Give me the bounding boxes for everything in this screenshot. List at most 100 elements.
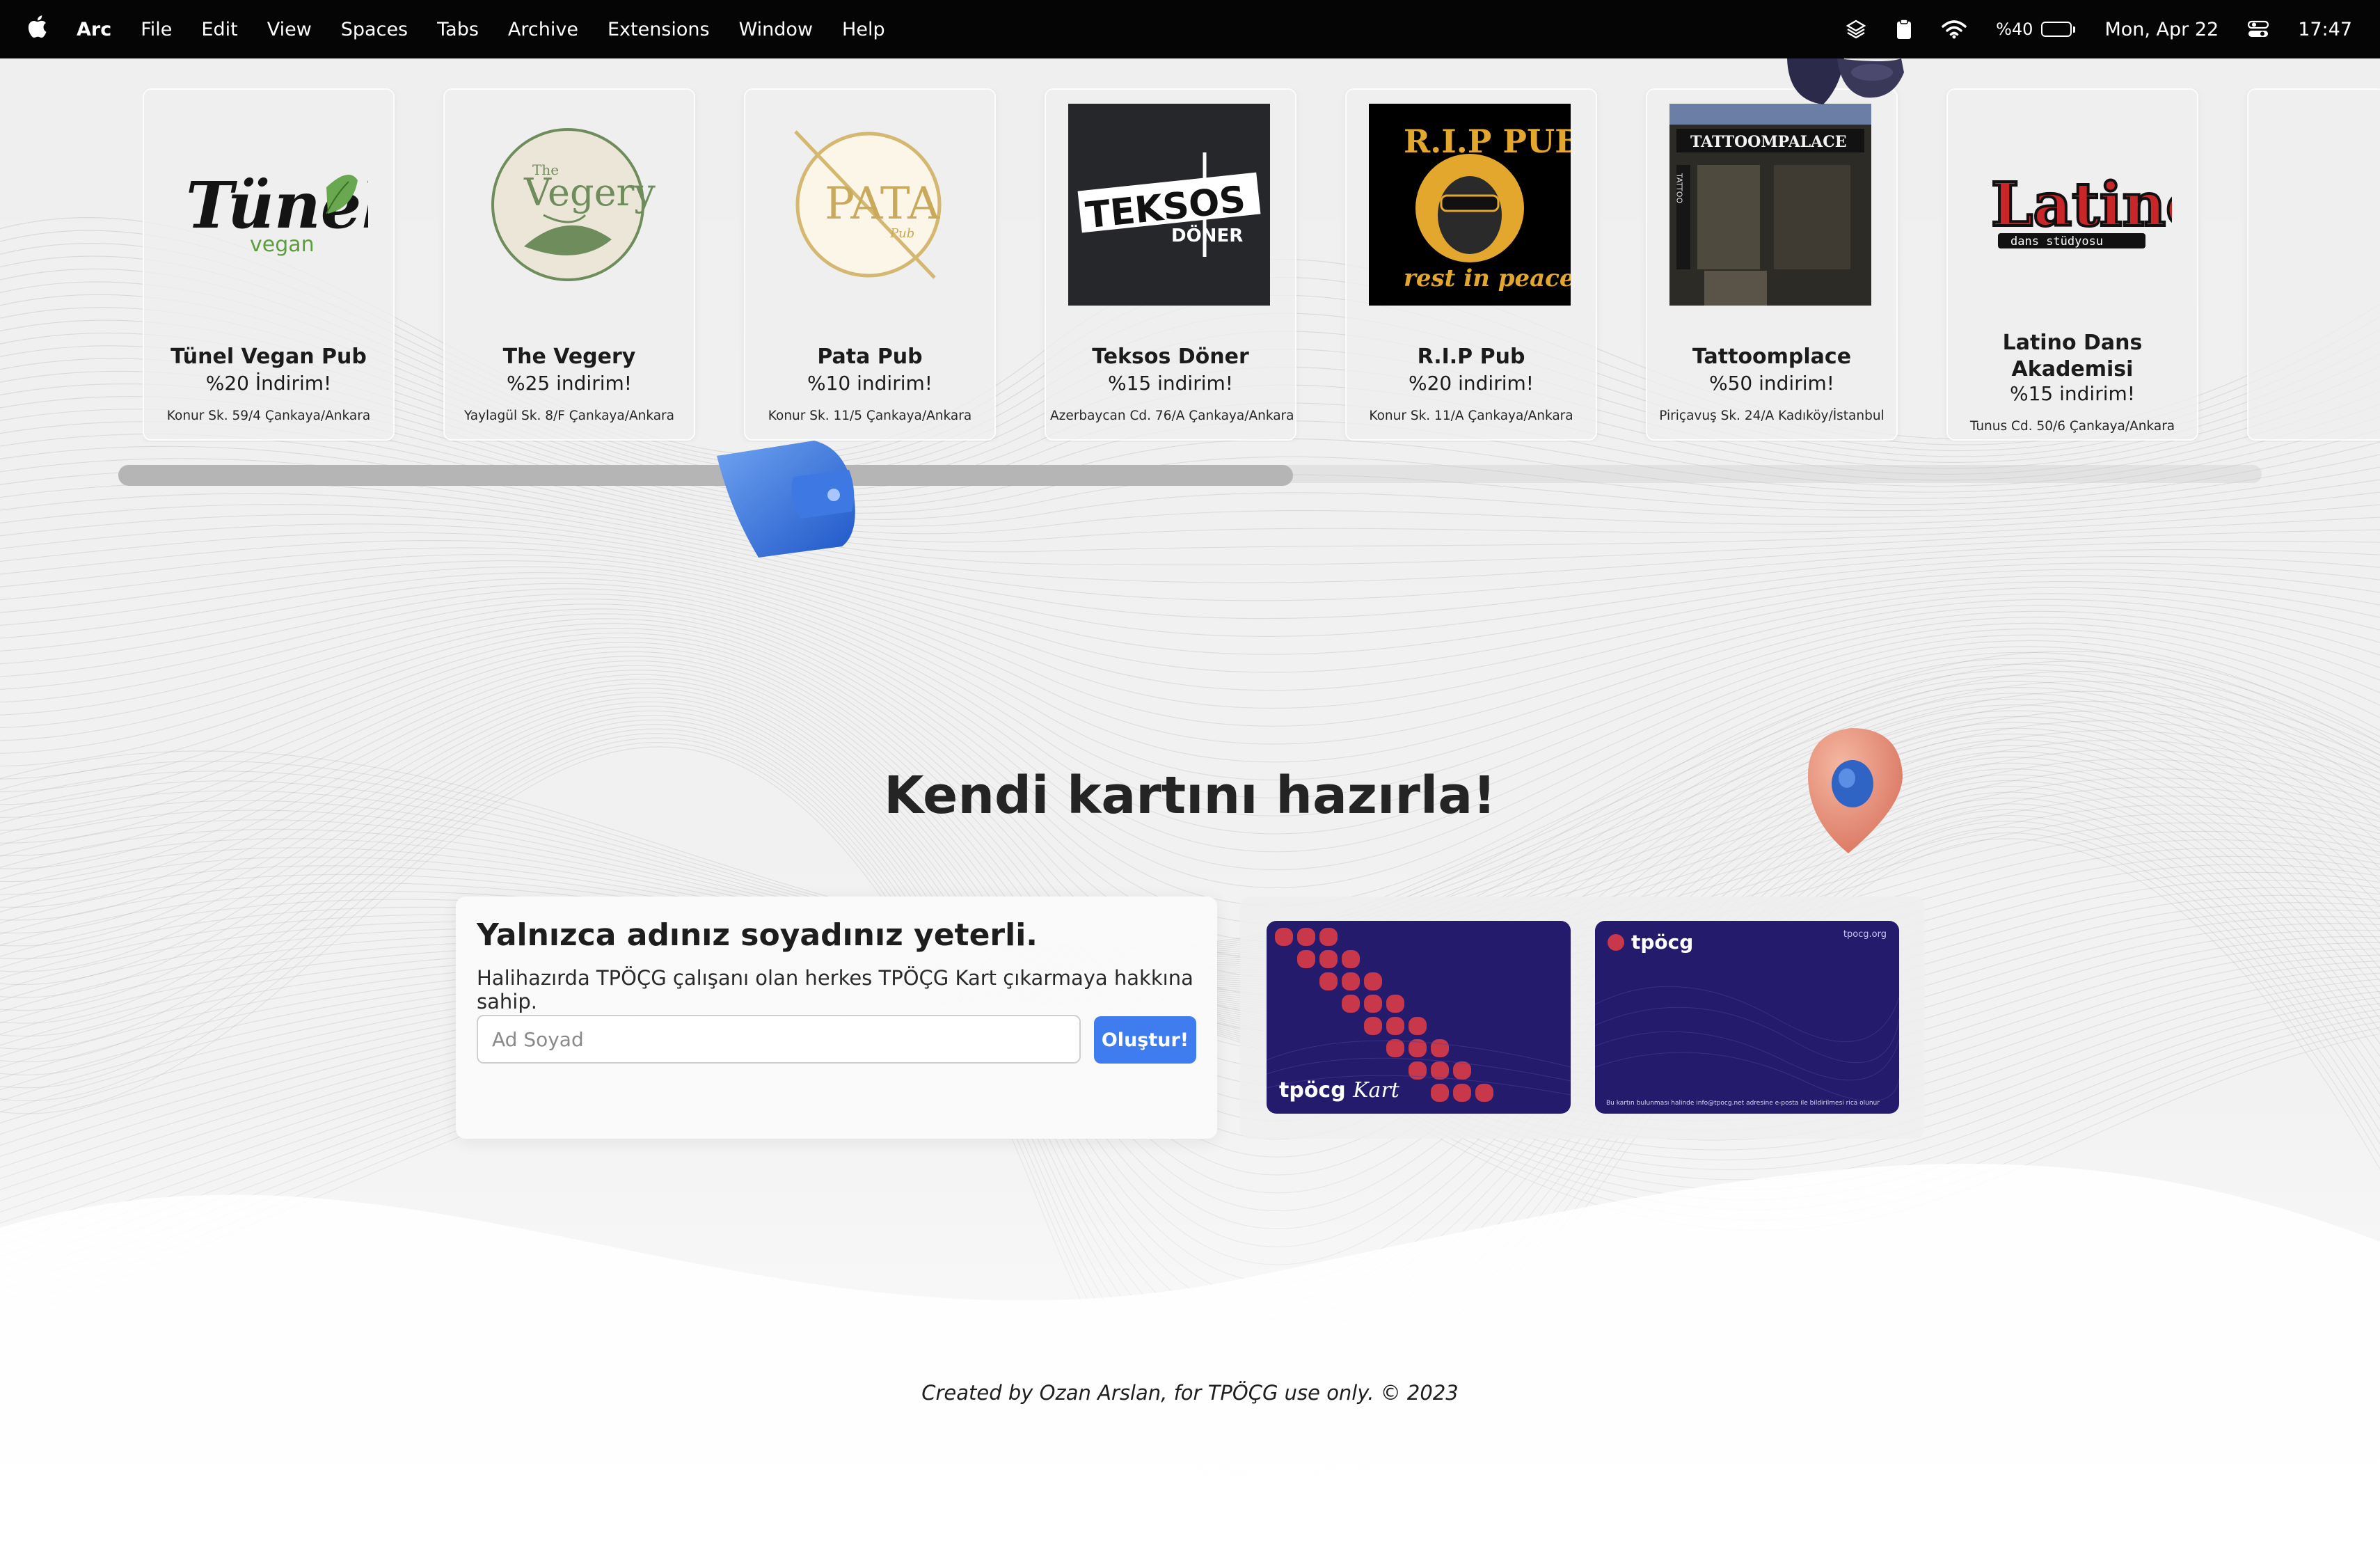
partner-card[interactable]: Tünel vegan Tünel Vegan Pub %20 İndirim!… <box>143 88 395 441</box>
partner-name: Pata Pub <box>817 345 923 369</box>
logo-sub: rest in peace <box>1404 264 1571 292</box>
partner-name: Teksos Döner <box>1092 345 1249 369</box>
menu-help[interactable]: Help <box>842 19 885 40</box>
control-center-icon[interactable] <box>2248 20 2269 38</box>
partner-logo-latino: Latino dans stüdyosu <box>1970 104 2172 306</box>
logo-text: Vegery <box>523 171 656 214</box>
partner-name: Tattoomplace <box>1692 345 1852 369</box>
partner-discount: %15 indirim! <box>2009 382 2135 405</box>
partner-address: Yaylagül Sk. 8/F Çankaya/Ankara <box>463 409 675 423</box>
card-pattern-dot <box>1431 1039 1449 1057</box>
card-pattern-dot <box>1475 1084 1493 1102</box>
card-pattern-dot <box>1364 1017 1382 1035</box>
partner-logo-vegery: The Vegery <box>467 104 669 306</box>
menu-archive[interactable]: Archive <box>508 19 578 40</box>
battery-indicator[interactable]: %40 <box>1996 19 2076 39</box>
card-front-brand-text: tpöcg <box>1279 1078 1346 1103</box>
partner-address: Azerbaycan Cd. 76/A Çankaya/Ankara <box>1050 409 1294 423</box>
headphones-3d-decoration <box>1787 58 1904 104</box>
card-pattern-dot <box>1319 950 1338 968</box>
menubar-time[interactable]: 17:47 <box>2298 19 2352 40</box>
clipboard-icon[interactable] <box>1896 18 1912 40</box>
location-pin-3d-decoration <box>1807 728 1903 853</box>
logo-sub: TATTOO <box>1675 173 1684 203</box>
card-pattern-dot <box>1386 1039 1404 1057</box>
carousel-scroll-thumb[interactable] <box>118 465 1293 486</box>
menu-tabs[interactable]: Tabs <box>437 19 479 40</box>
partner-discount: %20 İndirim! <box>205 372 332 395</box>
menubar-date[interactable]: Mon, Apr 22 <box>2104 19 2219 40</box>
apple-menu-icon[interactable] <box>26 15 47 45</box>
partner-card[interactable]: TATTOOMPALACE TATTOO Tattoomplace %50 in… <box>1646 88 1898 441</box>
wifi-icon[interactable] <box>1942 19 1967 39</box>
menu-window[interactable]: Window <box>739 19 813 40</box>
card-pattern-dot <box>1386 995 1404 1013</box>
battery-icon <box>2041 22 2072 37</box>
create-card-form: Yalnızca adınız soyadınız yeterli. Halih… <box>456 897 1217 1139</box>
partner-name: The Vegery <box>502 345 636 369</box>
partner-card-partial[interactable] <box>2247 88 2380 441</box>
create-button[interactable]: Oluştur! <box>1094 1016 1196 1064</box>
footer-credit: Created by Ozan Arslan, for TPÖÇG use on… <box>921 1381 1459 1405</box>
card-pattern-dot <box>1275 928 1293 946</box>
partner-carousel[interactable]: Tünel vegan Tünel Vegan Pub %20 İndirim!… <box>143 88 2380 442</box>
wallet-3d-decoration <box>717 441 855 558</box>
card-pattern-dot <box>1319 972 1338 990</box>
card-pattern-dot <box>1453 1084 1471 1102</box>
partner-card[interactable]: R.I.P PUB rest in peace R.I.P Pub %20 in… <box>1345 88 1597 441</box>
full-name-input[interactable] <box>477 1015 1081 1064</box>
partner-card[interactable]: The Vegery The Vegery %25 indirim! Yayla… <box>443 88 695 441</box>
card-pattern-dot <box>1342 972 1360 990</box>
partner-address: Konur Sk. 11/A Çankaya/Ankara <box>1369 409 1573 423</box>
card-preview-back: tpöcg tpocg.org Bu kartın bulunması hali… <box>1595 921 1899 1114</box>
card-pattern-dot <box>1297 928 1315 946</box>
menu-view[interactable]: View <box>267 19 312 40</box>
card-pattern-dot <box>1409 1017 1427 1035</box>
partner-logo-pata: PATA Pub <box>768 104 969 306</box>
card-back-brand-text: tpöcg <box>1631 931 1694 954</box>
card-preview-front: tpöcg Kart <box>1267 921 1571 1114</box>
logo-text: Latino <box>1991 170 2172 240</box>
partner-discount: %25 indirim! <box>506 372 632 395</box>
logo-sub: vegan <box>250 232 315 257</box>
brand-logo-icon <box>1608 933 1624 951</box>
card-pattern-dot <box>1453 1061 1471 1080</box>
card-pattern-dot <box>1297 950 1315 968</box>
card-back-note: Bu kartın bulunması halinde info@tpocg.n… <box>1606 1100 1880 1107</box>
logo-text: TATTOOMPALACE <box>1690 133 1847 151</box>
card-preview-panel: tpöcg Kart tpöcg tpocg.org Bu kartın bul… <box>1240 897 1925 1139</box>
logo-text: PATA <box>825 178 940 230</box>
partner-name: R.I.P Pub <box>1417 345 1525 369</box>
battery-percent: %40 <box>1996 19 2033 39</box>
logo-sub: DÖNER <box>1171 223 1243 246</box>
card-pattern-dot <box>1364 972 1382 990</box>
partner-card[interactable]: Latino dans stüdyosu Latino Dans Akademi… <box>1946 88 2198 441</box>
form-description: Halihazırda TPÖÇG çalışanı olan herkes T… <box>477 966 1193 1013</box>
layers-icon[interactable] <box>1846 19 1866 40</box>
card-back-url: tpocg.org <box>1843 929 1887 940</box>
card-pattern-dot <box>1431 1061 1449 1080</box>
form-heading: Yalnızca adınız soyadınız yeterli. <box>477 917 1038 953</box>
card-back-brand: tpöcg <box>1608 931 1693 954</box>
partner-card[interactable]: TEKSOS DÖNER Teksos Döner %15 indirim! A… <box>1045 88 1296 441</box>
partner-name: Tünel Vegan Pub <box>170 345 367 369</box>
card-front-brand: tpöcg Kart <box>1279 1078 1399 1103</box>
card-pattern-dot <box>1319 928 1338 946</box>
card-front-script: Kart <box>1353 1078 1399 1103</box>
partner-card[interactable]: PATA Pub Pata Pub %10 indirim! Konur Sk.… <box>744 88 996 441</box>
card-pattern-dot <box>1342 950 1360 968</box>
partner-logo-tunel: Tünel vegan <box>166 104 368 306</box>
logo-sub: Pub <box>889 226 914 241</box>
menu-app-name[interactable]: Arc <box>77 19 111 40</box>
menu-file[interactable]: File <box>141 19 172 40</box>
partner-discount: %15 indirim! <box>1107 372 1233 395</box>
macos-menubar: Arc File Edit View Spaces Tabs Archive E… <box>0 0 2380 58</box>
menu-spaces[interactable]: Spaces <box>341 19 408 40</box>
menu-edit[interactable]: Edit <box>201 19 237 40</box>
card-pattern-dot <box>1364 995 1382 1013</box>
partner-logo-teksos: TEKSOS DÖNER <box>1068 104 1270 306</box>
partner-address: Konur Sk. 59/4 Çankaya/Ankara <box>166 409 371 423</box>
partner-logo-tattoomplace: TATTOOMPALACE TATTOO <box>1669 104 1871 306</box>
menu-extensions[interactable]: Extensions <box>608 19 710 40</box>
page-title: Kendi kartını hazırla! <box>884 766 1496 826</box>
